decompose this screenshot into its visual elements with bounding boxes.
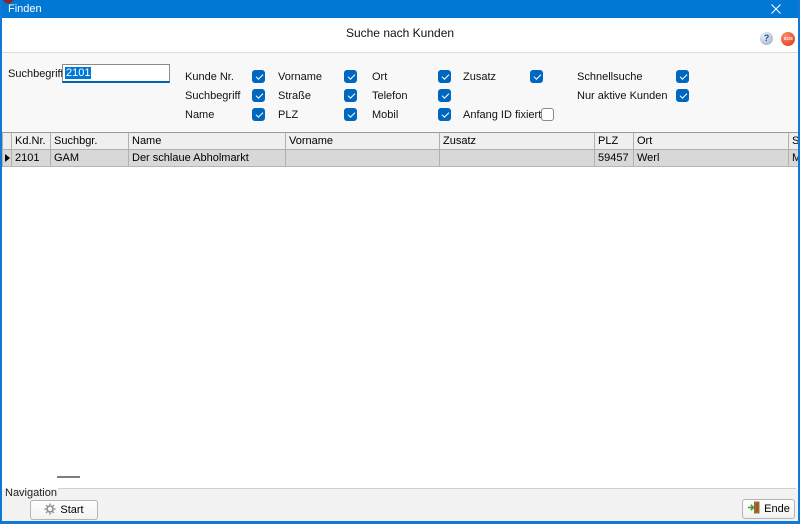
filter-row: Suchbegriff: [185, 86, 265, 105]
checkbox-name[interactable]: [252, 108, 265, 121]
filter-label-anfang-id-fixiert: Anfang ID fixiert: [463, 109, 541, 121]
filter-row: Schnellsuche: [577, 67, 689, 86]
row-indicator: [3, 150, 12, 166]
footer-strip: [2, 489, 798, 521]
navigation-groupbox-line: [58, 488, 796, 489]
cell-stra-e[interactable]: M: [789, 150, 798, 166]
filter-column-0: Kunde Nr. Suchbegriff Name: [185, 67, 265, 124]
cell-kd-nr[interactable]: 2101: [12, 150, 51, 166]
filter-label-vorname: Vorname: [278, 71, 322, 83]
filter-row: Mobil: [372, 105, 451, 124]
cell-zusatz[interactable]: [440, 150, 595, 166]
column-header-zusatz[interactable]: Zusatz: [440, 133, 595, 149]
column-header-vorname[interactable]: Vorname: [286, 133, 440, 149]
filter-row: Ort: [372, 67, 451, 86]
search-label: Suchbegriff: [8, 68, 63, 80]
splitter-grip[interactable]: [57, 476, 80, 478]
column-header-suchbgr[interactable]: Suchbgr.: [51, 133, 129, 149]
checkbox-stra-e[interactable]: [344, 89, 357, 102]
window-border-left: [0, 0, 2, 524]
start-button-label: Start: [60, 504, 83, 516]
checkbox-ort[interactable]: [438, 70, 451, 83]
table-row[interactable]: 2101GAMDer schlaue Abholmarkt 59457WerlM: [2, 150, 798, 167]
current-row-arrow-icon: [5, 154, 10, 162]
filter-label-mobil: Mobil: [372, 109, 398, 121]
window-title: Finden: [8, 0, 42, 18]
checkbox-mobil[interactable]: [438, 108, 451, 121]
filter-row: [463, 86, 543, 105]
checkbox-plz[interactable]: [344, 108, 357, 121]
row-indicator-header: [3, 133, 12, 149]
checkbox-vorname[interactable]: [344, 70, 357, 83]
column-header-stra-e[interactable]: Straße: [789, 133, 798, 149]
filter-row: Straße: [278, 86, 357, 105]
checkbox-telefon[interactable]: [438, 89, 451, 102]
gear-icon: [44, 503, 56, 518]
filter-label-kunde-nr: Kunde Nr.: [185, 71, 234, 83]
column-header-plz[interactable]: PLZ: [595, 133, 634, 149]
dialog-title: Suche nach Kunden: [2, 26, 798, 40]
column-header-ort[interactable]: Ort: [634, 133, 789, 149]
cell-plz[interactable]: 59457: [595, 150, 634, 166]
start-button[interactable]: Start: [30, 500, 98, 520]
checkbox-kunde-nr[interactable]: [252, 70, 265, 83]
search-input[interactable]: 2101: [62, 64, 170, 83]
dialog-header: Suche nach Kunden: [2, 18, 798, 52]
cell-vorname[interactable]: [286, 150, 440, 166]
checkbox-schnellsuche[interactable]: [676, 70, 689, 83]
title-bar: Finden: [0, 0, 800, 18]
filter-column-2: Ort Telefon Mobil: [372, 67, 451, 124]
exit-door-icon: [747, 501, 760, 517]
column-header-kd-nr[interactable]: Kd.Nr.: [12, 133, 51, 149]
ende-button-label: Ende: [764, 503, 790, 515]
help-icon[interactable]: ?: [760, 32, 773, 45]
column-header-name[interactable]: Name: [129, 133, 286, 149]
filter-label-telefon: Telefon: [372, 90, 407, 102]
filter-row: Vorname: [278, 67, 357, 86]
filter-row: Nur aktive Kunden: [577, 86, 689, 105]
filter-row: Kunde Nr.: [185, 67, 265, 86]
navigation-section-label: Navigation: [5, 487, 57, 499]
filter-column-4: Schnellsuche Nur aktive Kunden: [577, 67, 689, 105]
filter-row: Anfang ID fixiert: [463, 105, 543, 124]
results-grid: Kd.Nr.Suchbgr.NameVornameZusatzPLZOrtStr…: [2, 132, 798, 167]
filter-row: Name: [185, 105, 265, 124]
filter-label-plz: PLZ: [278, 109, 298, 121]
search-input-value: 2101: [65, 67, 91, 79]
cell-name[interactable]: Der schlaue Abholmarkt: [129, 150, 286, 166]
sos-icon[interactable]: SOS: [781, 32, 795, 46]
filter-label-suchbegriff: Suchbegriff: [185, 90, 240, 102]
filter-label-zusatz: Zusatz: [463, 71, 496, 83]
filter-column-1: Vorname Straße PLZ: [278, 67, 357, 124]
filter-label-name: Name: [185, 109, 214, 121]
filter-row: PLZ: [278, 105, 357, 124]
filter-row: Telefon: [372, 86, 451, 105]
cell-ort[interactable]: Werl: [634, 150, 789, 166]
checkbox-nur-aktive-kunden[interactable]: [676, 89, 689, 102]
filter-label-stra-e: Straße: [278, 90, 311, 102]
checkbox-zusatz[interactable]: [530, 70, 543, 83]
filter-column-3: Zusatz Anfang ID fixiert: [463, 67, 543, 124]
ende-button[interactable]: Ende: [742, 499, 795, 519]
filter-label-schnellsuche: Schnellsuche: [577, 71, 642, 83]
sos-icon-label: SOS: [784, 36, 793, 41]
checkbox-suchbegriff[interactable]: [252, 89, 265, 102]
grid-header-row: Kd.Nr.Suchbgr.NameVornameZusatzPLZOrtStr…: [2, 132, 798, 150]
cell-suchbgr[interactable]: GAM: [51, 150, 129, 166]
filter-row: Zusatz: [463, 67, 543, 86]
close-icon[interactable]: [770, 3, 782, 15]
filter-label-nur-aktive-kunden: Nur aktive Kunden: [577, 90, 668, 102]
checkbox-anfang-id-fixiert[interactable]: [541, 108, 554, 121]
filter-label-ort: Ort: [372, 71, 387, 83]
